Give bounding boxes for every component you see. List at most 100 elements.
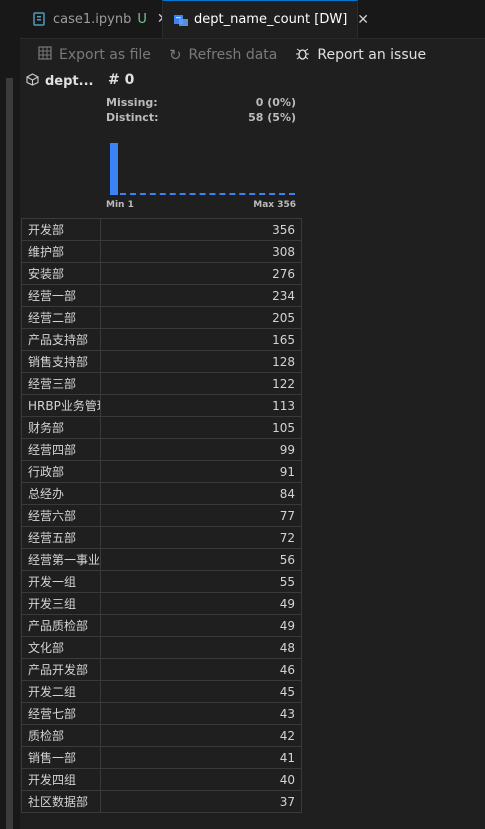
table-row[interactable]: 文化部 48 <box>21 636 302 659</box>
count-cell[interactable]: 356 <box>100 218 302 241</box>
dept-name-cell[interactable]: 行政部 <box>21 460 101 483</box>
table-row[interactable]: 销售支持部 128 <box>21 350 302 373</box>
count-cell[interactable]: 77 <box>100 504 302 527</box>
table-row[interactable]: 质检部 42 <box>21 724 302 747</box>
dept-name-cell[interactable]: 社区数据部 <box>21 790 101 813</box>
dept-name-cell[interactable]: HRBP业务管理 <box>21 394 101 417</box>
count-cell[interactable]: 49 <box>100 614 302 637</box>
export-label: Export as file <box>59 47 151 63</box>
histogram[interactable] <box>110 140 295 195</box>
tab-dept-name-count[interactable]: dept_name_count [DW] ✕ <box>162 0 369 38</box>
tab-case1-notebook[interactable]: case1.ipynb U ✕ <box>22 0 169 38</box>
table-row[interactable]: 经营七部 43 <box>21 702 302 725</box>
count-cell[interactable]: 113 <box>100 394 302 417</box>
count-cell[interactable]: 308 <box>100 240 302 263</box>
dept-name-cell[interactable]: 经营一部 <box>21 284 101 307</box>
count-cell[interactable]: 55 <box>100 570 302 593</box>
table-row[interactable]: 维护部 308 <box>21 240 302 263</box>
table-row[interactable]: 经营五部 72 <box>21 526 302 549</box>
dept-name-cell[interactable]: 总经办 <box>21 482 101 505</box>
count-cell[interactable]: 41 <box>100 746 302 769</box>
histogram-bar[interactable] <box>110 143 118 195</box>
dept-name-cell[interactable]: 安装部 <box>21 262 101 285</box>
dept-name-cell[interactable]: 开发一组 <box>21 570 101 593</box>
dept-name-cell[interactable]: 开发部 <box>21 218 101 241</box>
count-cell[interactable]: 43 <box>100 702 302 725</box>
count-cell[interactable]: 42 <box>100 724 302 747</box>
dept-name-cell[interactable]: 经营七部 <box>21 702 101 725</box>
table-row[interactable]: 经营一部 234 <box>21 284 302 307</box>
editor-tab-bar: case1.ipynb U ✕ dept_name_count [DW] ✕ <box>0 0 485 39</box>
count-cell[interactable]: 84 <box>100 482 302 505</box>
dept-name-cell[interactable]: 产品开发部 <box>21 658 101 681</box>
count-cell[interactable]: 122 <box>100 372 302 395</box>
count-cell[interactable]: 56 <box>100 548 302 571</box>
table-row[interactable]: 产品支持部 165 <box>21 328 302 351</box>
dept-name-cell[interactable]: 文化部 <box>21 636 101 659</box>
dept-name-cell[interactable]: 开发二组 <box>21 680 101 703</box>
table-row[interactable]: 产品质检部 49 <box>21 614 302 637</box>
dept-name-cell[interactable]: 产品支持部 <box>21 328 101 351</box>
table-row[interactable]: 经营二部 205 <box>21 306 302 329</box>
dept-name-cell[interactable]: 经营第一事业 <box>21 548 101 571</box>
scrollbar[interactable] <box>6 78 13 829</box>
dept-name-cell[interactable]: 维护部 <box>21 240 101 263</box>
count-cell[interactable]: 99 <box>100 438 302 461</box>
tab-label: dept_name_count [DW] <box>194 12 348 27</box>
close-icon[interactable]: ✕ <box>357 12 369 28</box>
table-row[interactable]: 行政部 91 <box>21 460 302 483</box>
column-header[interactable]: dept... <box>26 73 93 90</box>
unsaved-status-badge: U <box>137 11 147 27</box>
dept-name-cell[interactable]: 产品质检部 <box>21 614 101 637</box>
table-row[interactable]: 产品开发部 46 <box>21 658 302 681</box>
dept-name-cell[interactable]: 开发四组 <box>21 768 101 791</box>
count-cell[interactable]: 48 <box>100 636 302 659</box>
table-row[interactable]: 经营四部 99 <box>21 438 302 461</box>
count-cell[interactable]: 105 <box>100 416 302 439</box>
table-row[interactable]: 开发部 356 <box>21 218 302 241</box>
dept-name-cell[interactable]: 经营五部 <box>21 526 101 549</box>
dept-name-cell[interactable]: 经营四部 <box>21 438 101 461</box>
distinct-value: 58 (5%) <box>248 111 296 124</box>
table-row[interactable]: 开发四组 40 <box>21 768 302 791</box>
table-row[interactable]: 开发三组 49 <box>21 592 302 615</box>
dept-name-cell[interactable]: 经营二部 <box>21 306 101 329</box>
table-row[interactable]: 开发一组 55 <box>21 570 302 593</box>
table-row[interactable]: 经营第一事业 56 <box>21 548 302 571</box>
refresh-data-button[interactable]: ↻ Refresh data <box>169 46 277 64</box>
table-row[interactable]: 经营三部 122 <box>21 372 302 395</box>
count-cell[interactable]: 37 <box>100 790 302 813</box>
distinct-label: Distinct: <box>106 111 159 124</box>
dept-name-cell[interactable]: 财务部 <box>21 416 101 439</box>
export-as-file-button[interactable]: Export as file <box>38 46 151 64</box>
count-cell[interactable]: 46 <box>100 658 302 681</box>
dept-name-cell[interactable]: 经营六部 <box>21 504 101 527</box>
count-cell[interactable]: 49 <box>100 592 302 615</box>
data-grid: 开发部 356 维护部 308 安装部 276 经营一部 234 经营二部 205 产品支持部 165… <box>21 218 302 813</box>
table-row[interactable]: 开发二组 45 <box>21 680 302 703</box>
count-cell[interactable]: 40 <box>100 768 302 791</box>
count-cell[interactable]: 165 <box>100 328 302 351</box>
dept-name-cell[interactable]: 销售一部 <box>21 746 101 769</box>
column-type: # 0 <box>108 72 135 88</box>
dept-name-cell[interactable]: 销售支持部 <box>21 350 101 373</box>
dept-name-cell[interactable]: 质检部 <box>21 724 101 747</box>
report-issue-button[interactable]: Report an issue <box>295 46 426 65</box>
count-cell[interactable]: 72 <box>100 526 302 549</box>
table-row[interactable]: 财务部 105 <box>21 416 302 439</box>
count-cell[interactable]: 91 <box>100 460 302 483</box>
count-cell[interactable]: 205 <box>100 306 302 329</box>
table-row[interactable]: 安装部 276 <box>21 262 302 285</box>
distinct-stat: Distinct: 58 (5%) <box>106 111 296 124</box>
table-row[interactable]: 社区数据部 37 <box>21 790 302 813</box>
count-cell[interactable]: 234 <box>100 284 302 307</box>
count-cell[interactable]: 276 <box>100 262 302 285</box>
table-row[interactable]: 总经办 84 <box>21 482 302 505</box>
count-cell[interactable]: 128 <box>100 350 302 373</box>
table-row[interactable]: 销售一部 41 <box>21 746 302 769</box>
table-row[interactable]: 经营六部 77 <box>21 504 302 527</box>
table-row[interactable]: HRBP业务管理113 <box>21 394 302 417</box>
count-cell[interactable]: 45 <box>100 680 302 703</box>
dept-name-cell[interactable]: 开发三组 <box>21 592 101 615</box>
dept-name-cell[interactable]: 经营三部 <box>21 372 101 395</box>
